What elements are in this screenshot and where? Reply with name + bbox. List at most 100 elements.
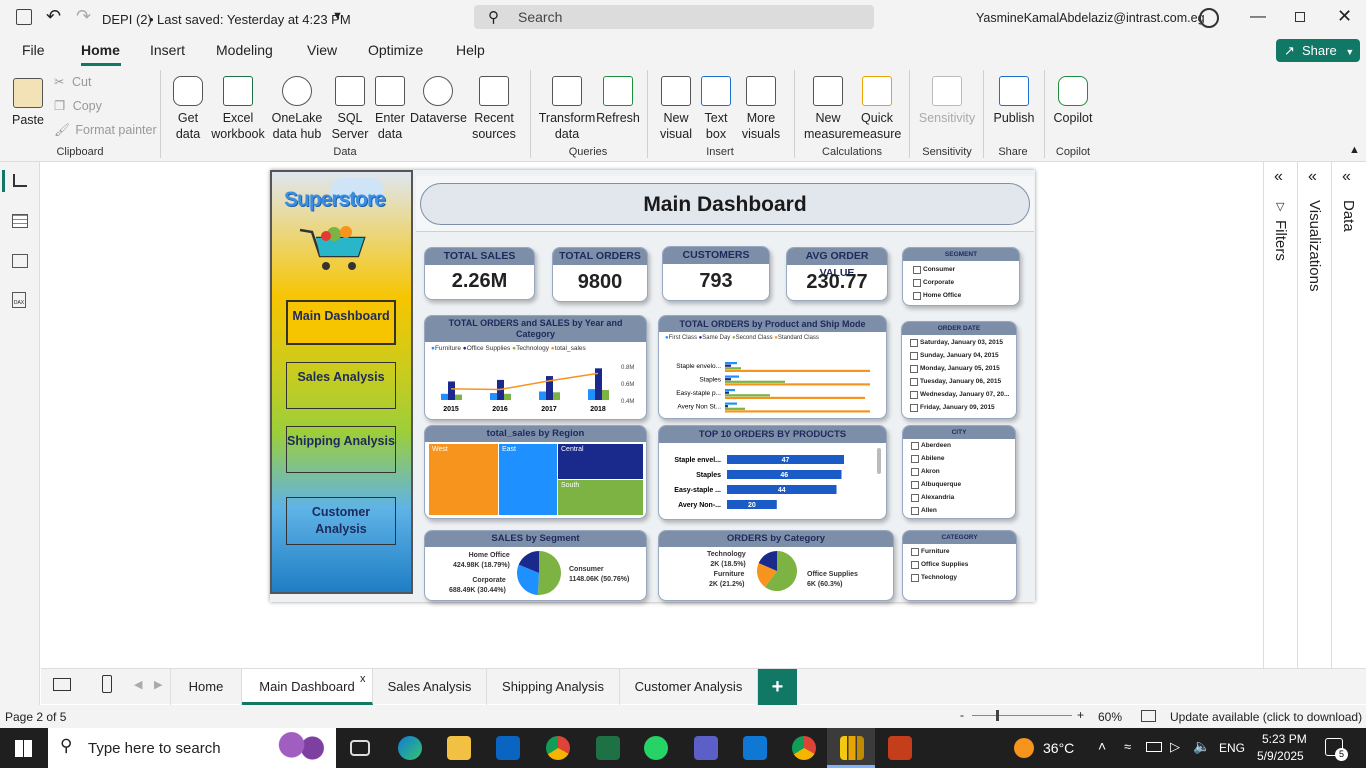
page-tab-shipping-analysis[interactable]: Shipping Analysis — [487, 669, 620, 705]
top-orders-by-products-chart[interactable]: TOP 10 ORDERS BY PRODUCTS Staple envel..… — [658, 425, 887, 520]
kpi-total-orders[interactable]: TOTAL ORDERS 9800 — [552, 247, 648, 302]
report-view-icon[interactable] — [2, 170, 5, 192]
slicer-item-date[interactable]: Monday, January 05, 2015 — [908, 362, 1010, 375]
avatar[interactable] — [1199, 8, 1219, 28]
clock-time[interactable]: 5:23 PM — [1262, 732, 1307, 746]
battery-icon[interactable] — [1146, 742, 1162, 752]
slicer-item-date[interactable]: Wednesday, January 07, 20... — [908, 388, 1010, 401]
slicer-item-segment[interactable]: Consumer — [911, 263, 1011, 276]
slicer-item-city[interactable]: Akron — [909, 465, 1009, 478]
desktop-layout-icon[interactable] — [53, 678, 71, 691]
city-slicer[interactable]: CITY Aberdeen Abilene Akron Albuquerque Alex… — [902, 425, 1016, 519]
orders-sales-by-year-chart[interactable]: TOTAL ORDERS and SALES by Year and Categ… — [424, 315, 647, 420]
transform-data-button[interactable]: Transform data — [538, 76, 596, 142]
report-icon[interactable] — [13, 174, 27, 187]
powerbi-icon[interactable] — [840, 736, 864, 760]
search-box[interactable]: ⚲ Search — [474, 5, 874, 29]
sales-by-segment-pie[interactable]: SALES by Segment Home Office 424.98K (18.… — [424, 530, 647, 601]
volume-icon[interactable]: 🔈 — [1193, 738, 1210, 755]
format-painter-button[interactable]: 🖌 Format painter — [54, 122, 157, 138]
orders-by-category-pie[interactable]: ORDERS by Category Technology 2K (18.5%) … — [658, 530, 894, 601]
whatsapp-icon[interactable] — [644, 736, 668, 760]
tab-file[interactable]: File — [22, 42, 45, 58]
collapse-ribbon-icon[interactable]: ▲ — [1349, 144, 1360, 156]
temperature[interactable]: 36°C — [1043, 740, 1074, 756]
close-tab-icon[interactable]: x — [360, 661, 366, 697]
treemap-central[interactable]: Central — [558, 444, 643, 479]
prev-page-icon[interactable]: ◀ — [134, 678, 142, 691]
treemap-west[interactable]: West — [429, 444, 498, 515]
teams-icon[interactable] — [694, 736, 718, 760]
sales-by-region-treemap[interactable]: total_sales by Region West East Central … — [424, 425, 647, 519]
restore-icon[interactable] — [1295, 12, 1305, 22]
segment-slicer[interactable]: SEGMENT Consumer Corporate Home Office — [902, 247, 1020, 306]
page-tab-main-dashboard[interactable]: Main Dashboard x — [242, 669, 373, 705]
undo-icon[interactable]: ↶ — [46, 6, 61, 27]
zoom-thumb[interactable] — [996, 710, 999, 721]
outlook-icon[interactable] — [496, 736, 520, 760]
treemap-east[interactable]: East — [499, 444, 557, 515]
page-tab-sales-analysis[interactable]: Sales Analysis — [373, 669, 487, 705]
mobile-layout-icon[interactable] — [102, 675, 112, 693]
zoom-out-icon[interactable]: - — [960, 708, 964, 722]
page-tab-customer-analysis[interactable]: Customer Analysis — [620, 669, 758, 705]
chrome-profile-icon[interactable] — [792, 736, 816, 760]
get-data-button[interactable]: Get data — [168, 76, 208, 142]
slicer-item-city[interactable]: Aberdeen — [909, 439, 1009, 452]
wifi-icon[interactable]: ≈ — [1124, 739, 1131, 754]
close-icon[interactable]: ✕ — [1337, 6, 1352, 27]
text-box-button[interactable]: Text box — [698, 76, 734, 142]
tab-modeling[interactable]: Modeling — [216, 42, 273, 58]
cut-button[interactable]: ✂ Cut — [54, 74, 91, 90]
chart-scrollbar[interactable] — [877, 448, 881, 474]
expand-visualizations-icon[interactable]: « — [1308, 168, 1317, 186]
page-tab-home[interactable]: Home — [170, 669, 242, 705]
nav-shipping-analysis[interactable]: Shipping Analysis — [286, 426, 396, 473]
slicer-item-city[interactable]: Albuquerque — [909, 478, 1009, 491]
quick-measure-button[interactable]: Quick measure — [852, 76, 902, 142]
tab-optimize[interactable]: Optimize — [368, 42, 423, 58]
share-button[interactable]: ↗ Share ▼ — [1276, 39, 1360, 62]
paste-button[interactable]: Paste — [10, 78, 46, 128]
expand-filters-icon[interactable]: « — [1274, 168, 1283, 186]
kpi-total-sales[interactable]: TOTAL SALES 2.26M — [424, 247, 535, 300]
enter-data-button[interactable]: Enter data — [372, 76, 408, 142]
nav-main-dashboard[interactable]: Main Dashboard — [286, 300, 396, 345]
slicer-item-category[interactable]: Furniture — [909, 545, 1010, 558]
slicer-item-category[interactable]: Office Supplies — [909, 558, 1010, 571]
excel-workbook-button[interactable]: Excel workbook — [211, 76, 265, 142]
orders-by-product-shipmode-chart[interactable]: TOTAL ORDERS by Product and Ship Mode ●F… — [658, 315, 887, 419]
chevron-down-icon[interactable]: ▼ — [332, 10, 343, 22]
input-language[interactable]: ENG — [1219, 741, 1245, 755]
slicer-item-segment[interactable]: Corporate — [911, 276, 1011, 289]
dax-view-icon[interactable]: DAX — [12, 292, 26, 308]
network-icon[interactable]: ▷ — [1170, 739, 1180, 755]
zoom-slider[interactable] — [972, 715, 1072, 716]
edge-icon[interactable] — [398, 736, 422, 760]
slicer-item-segment[interactable]: Home Office — [911, 289, 1011, 302]
order-date-slicer[interactable]: ORDER DATE Saturday, January 03, 2015 Sun… — [901, 321, 1017, 419]
taskbar-search[interactable]: ⚲ Type here to search — [48, 728, 336, 768]
kpi-avg-order-value[interactable]: AVG ORDER VALUE 230.77 — [786, 247, 888, 301]
tab-view[interactable]: View — [307, 42, 337, 58]
slicer-item-city[interactable]: Abilene — [909, 452, 1009, 465]
add-page-button[interactable]: + — [758, 669, 797, 705]
outlook-new-icon[interactable] — [743, 736, 767, 760]
nav-sales-analysis[interactable]: Sales Analysis — [286, 362, 396, 409]
tray-chevron-icon[interactable]: ˄ — [1098, 738, 1106, 754]
more-visuals-button[interactable]: More visuals — [736, 76, 786, 142]
minimize-icon[interactable]: — — [1250, 8, 1266, 26]
tab-home[interactable]: Home — [81, 42, 120, 58]
file-explorer-icon[interactable] — [447, 736, 471, 760]
kpi-customers[interactable]: CUSTOMERS 793 — [662, 246, 770, 301]
tab-help[interactable]: Help — [456, 42, 485, 58]
refresh-button[interactable]: Refresh — [596, 76, 640, 126]
expand-data-icon[interactable]: « — [1342, 168, 1351, 186]
slicer-item-date[interactable]: Friday, January 09, 2015 — [908, 401, 1010, 414]
next-page-icon[interactable]: ▶ — [154, 678, 162, 691]
copilot-button[interactable]: Copilot — [1050, 76, 1096, 126]
model-view-icon[interactable] — [12, 254, 28, 268]
save-icon[interactable] — [16, 9, 32, 25]
tab-insert[interactable]: Insert — [150, 42, 185, 58]
task-view-icon[interactable] — [350, 740, 370, 756]
